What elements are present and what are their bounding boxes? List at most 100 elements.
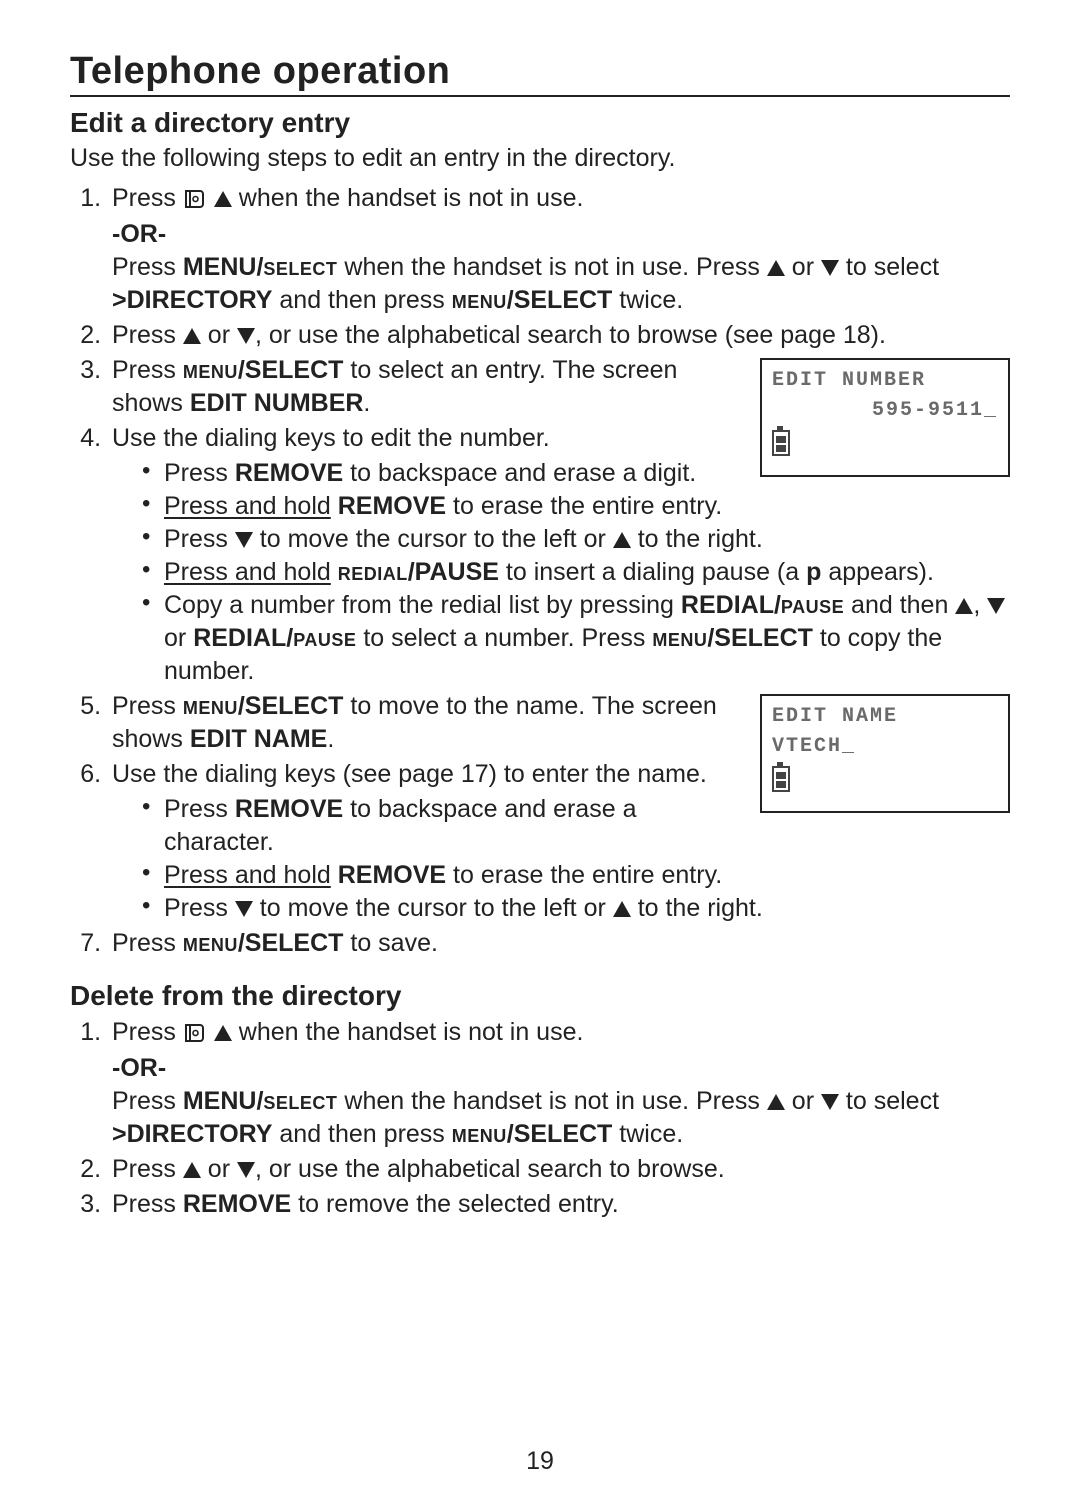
list-item: Press and hold REMOVE to erase the entir… [142,859,1010,892]
or-label: -OR- [112,1052,1010,1085]
text: or [164,624,193,652]
key-label: menu [183,356,238,384]
key-label: /SELECT [707,624,813,652]
key-label: menu [452,286,507,314]
text: to erase the entire entry. [446,861,722,889]
key-label: select [263,253,337,281]
text: to save. [343,929,438,957]
text: , or use the alphabetical search to brow… [255,321,886,349]
down-arrow-icon [821,1094,839,1110]
text: . [363,389,370,417]
lcd-line-1: EDIT NUMBER [772,366,998,396]
edit-step-7: Press menu/SELECT to save. [108,927,1010,960]
text: Press [112,1155,183,1183]
text: Press and hold [164,492,331,520]
text [331,492,338,520]
key-label: REMOVE [338,861,446,889]
up-arrow-icon [214,191,232,207]
list-item: Press REMOVE to backspace and erase a di… [142,457,1010,490]
text: Press [112,356,183,384]
text: when the handset is not in use. Press [337,1087,766,1115]
text: to the right. [631,525,763,553]
or-label: -OR- [112,218,1010,251]
up-arrow-icon [613,532,631,548]
text: when the handset is not in use. [232,1018,584,1046]
key-label: menu [652,624,707,652]
up-arrow-icon [183,328,201,344]
key-label: MENU/ [183,253,264,281]
key-label: menu [183,692,238,720]
down-arrow-icon [235,901,253,917]
down-arrow-icon [235,532,253,548]
screen-label: EDIT NUMBER [190,389,364,417]
text: to the right. [631,894,763,922]
up-arrow-icon [183,1162,201,1178]
up-arrow-icon [767,260,785,276]
text: Press [164,459,235,487]
edit-step-4-sub: Press REMOVE to backspace and erase a di… [112,457,1010,688]
lcd-line-1: EDIT NAME [772,702,998,732]
delete-step-2: Press or , or use the alphabetical searc… [108,1153,1010,1186]
list-item: Press and hold redial/PAUSE to insert a … [142,556,1010,589]
text [331,861,338,889]
pause-char: p [806,558,821,586]
text: to remove the selected entry. [291,1190,618,1218]
text: and then press [272,286,451,314]
text: Press [112,692,183,720]
list-item: Copy a number from the redial list by pr… [142,589,1010,688]
text: . [327,725,334,753]
text: or [785,1087,821,1115]
key-label: menu [183,929,238,957]
text: Press [164,525,235,553]
list-item: Press and hold REMOVE to erase the entir… [142,490,1010,523]
battery-icon [772,430,790,456]
key-label: REDIAL/ [681,591,781,619]
key-label: redial [338,558,408,586]
down-arrow-icon [237,328,255,344]
text: twice. [612,1120,683,1148]
text: to move the cursor to the left or [253,525,613,553]
edit-intro: Use the following steps to edit an entry… [70,143,1010,174]
text [331,558,338,586]
text: or [201,321,237,349]
edit-step-1: Press when the handset is not in use. -O… [108,182,1010,317]
text: to select a number. Press [356,624,652,652]
key-label: /SELECT [507,1120,613,1148]
text: when the handset is not in use. Press [337,253,766,281]
text: and then [844,591,955,619]
key-label: /SELECT [507,286,613,314]
section-title: Telephone operation [70,50,1010,97]
lcd-line-2: 595-9511_ [772,396,998,426]
directory-label: >DIRECTORY [112,1120,272,1148]
key-label: /SELECT [238,929,344,957]
key-label: pause [293,624,356,652]
up-arrow-icon [955,598,973,614]
text: Copy a number from the redial list by pr… [164,591,681,619]
key-label: /SELECT [238,356,344,384]
key-label: MENU/ [183,1087,264,1115]
key-label: /PAUSE [408,558,499,586]
text: to select [839,253,939,281]
text: to insert a dialing pause (a [499,558,806,586]
text: to move the cursor to the left or [253,894,613,922]
key-label: REDIAL/ [193,624,293,652]
text: twice. [612,286,683,314]
text: Press [112,253,183,281]
key-label: /SELECT [238,692,344,720]
edit-step-2: Press or , or use the alphabetical searc… [108,319,1010,352]
key-label: REMOVE [235,795,343,823]
text: and then press [272,1120,451,1148]
text: Press and hold [164,861,331,889]
edit-step-4: Use the dialing keys to edit the number.… [108,422,1010,688]
manual-page: Telephone operation Edit a directory ent… [0,0,1080,1512]
key-label: menu [452,1120,507,1148]
delete-steps: Press when the handset is not in use. -O… [70,1016,1010,1221]
text: to select [839,1087,939,1115]
edit-step-6-sub: Press REMOVE to backspace and erase a ch… [112,793,1010,925]
text: Press [164,795,235,823]
text: Press [112,184,183,212]
delete-step-1: Press when the handset is not in use. -O… [108,1016,1010,1151]
text: or [201,1155,237,1183]
up-arrow-icon [214,1025,232,1041]
key-label: REMOVE [338,492,446,520]
